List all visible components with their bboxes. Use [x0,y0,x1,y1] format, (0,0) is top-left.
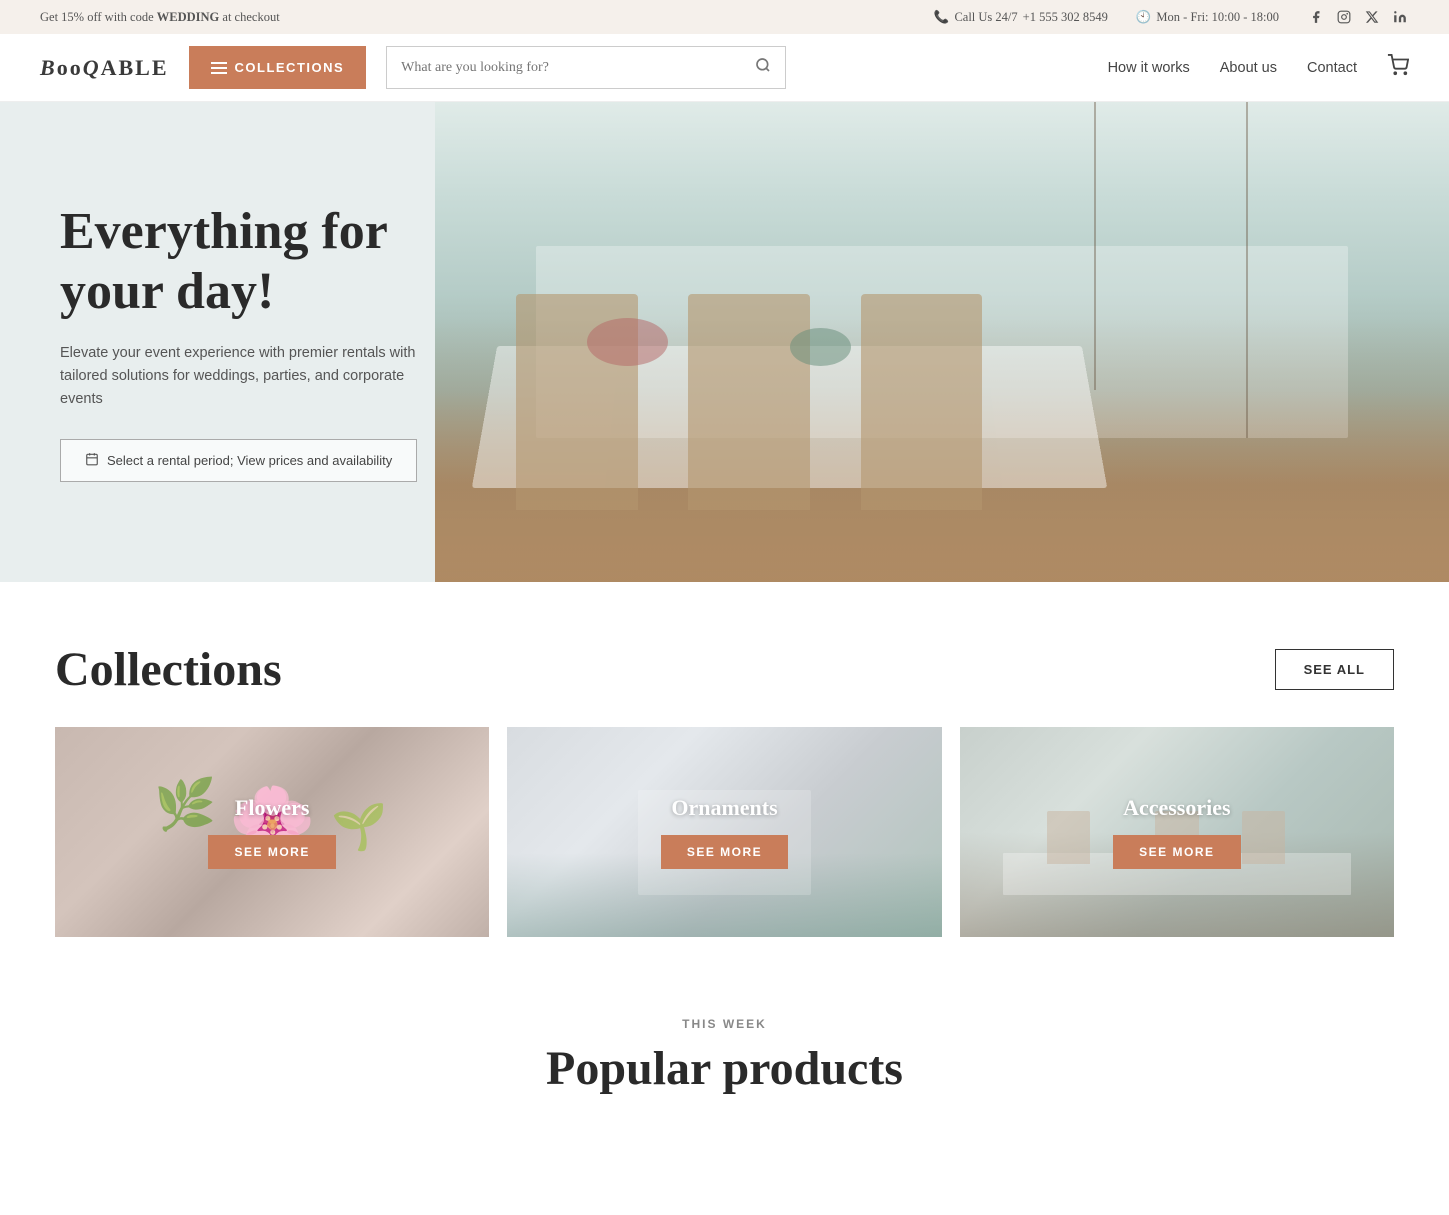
top-bar-right: 📞 Call Us 24/7 +1 555 302 8549 🕙 Mon - F… [934,8,1409,26]
promo-code: WEDDING [157,10,220,24]
hours-text: Mon - Fri: 10:00 - 18:00 [1156,10,1279,25]
collections-grid: 🌸 🌿 🌱 Flowers SEE MORE Ornaments SEE MOR… [55,727,1394,937]
logo[interactable]: BooQABLE [40,55,169,81]
ornaments-see-more-button[interactable]: SEE MORE [661,835,788,869]
facebook-icon[interactable] [1307,8,1325,26]
instagram-icon[interactable] [1335,8,1353,26]
cart-icon[interactable] [1387,54,1409,82]
promo-suffix: at checkout [219,10,279,24]
hero-title-line1: Everything for [60,203,388,260]
collection-card-accessories[interactable]: Accessories SEE MORE [960,727,1394,937]
nav-how-it-works[interactable]: How it works [1108,60,1190,76]
nav-about-us[interactable]: About us [1220,60,1277,76]
clock-icon: 🕙 [1136,10,1152,25]
promo-text: Get 15% off with code WEDDING at checkou… [40,10,280,25]
calendar-icon [85,452,99,469]
hero-cta-label: Select a rental period; View prices and … [107,453,392,468]
top-bar: Get 15% off with code WEDDING at checkou… [0,0,1449,34]
search-bar [386,46,786,89]
phone-number-link[interactable]: +1 555 302 8549 [1023,10,1108,25]
accessories-see-more-button[interactable]: SEE MORE [1113,835,1240,869]
flowers-see-more-button[interactable]: SEE MORE [208,835,335,869]
hero-section: Everything for your day! Elevate your ev… [0,102,1449,582]
search-input[interactable] [401,60,747,76]
flowers-overlay: Flowers SEE MORE [55,727,489,937]
hero-subtitle: Elevate your event experience with premi… [60,342,420,412]
nav-contact[interactable]: Contact [1307,60,1357,76]
phone-label: Call Us 24/7 [954,10,1017,25]
flowers-name: Flowers [235,795,310,821]
this-week-label: THIS WEEK [55,1017,1394,1031]
hero-title-line2: your day! [60,263,274,320]
ornaments-name: Ornaments [671,795,777,821]
linkedin-icon[interactable] [1391,8,1409,26]
collections-button[interactable]: COLLECTIONS [189,46,367,89]
collections-btn-label: COLLECTIONS [235,60,345,75]
header: BooQABLE COLLECTIONS How it works About … [0,34,1449,102]
hours-info: 🕙 Mon - Fri: 10:00 - 18:00 [1136,10,1279,25]
this-week-title: Popular products [55,1041,1394,1096]
accessories-overlay: Accessories SEE MORE [960,727,1394,937]
search-icon [755,57,771,73]
see-all-button[interactable]: SEE ALL [1275,649,1394,690]
collections-section: Collections SEE ALL 🌸 🌿 🌱 Flowers SEE MO… [0,582,1449,977]
social-links [1307,8,1409,26]
collection-card-flowers[interactable]: 🌸 🌿 🌱 Flowers SEE MORE [55,727,489,937]
collection-card-ornaments[interactable]: Ornaments SEE MORE [507,727,941,937]
main-nav: How it works About us Contact [1108,54,1409,82]
x-twitter-icon[interactable] [1363,8,1381,26]
hamburger-icon [211,62,227,74]
collections-header: Collections SEE ALL [55,642,1394,697]
hero-content: Everything for your day! Elevate your ev… [0,122,480,562]
accessories-name: Accessories [1123,795,1231,821]
promo-prefix: Get 15% off with code [40,10,157,24]
hero-title: Everything for your day! [60,202,420,322]
phone-info: 📞 Call Us 24/7 +1 555 302 8549 [934,10,1108,25]
search-button[interactable] [755,57,771,78]
ornaments-overlay: Ornaments SEE MORE [507,727,941,937]
collections-title: Collections [55,642,282,697]
hero-background-image [435,102,1449,582]
this-week-section: THIS WEEK Popular products [0,977,1449,1116]
hero-cta-button[interactable]: Select a rental period; View prices and … [60,439,417,482]
phone-icon: 📞 [934,10,950,25]
